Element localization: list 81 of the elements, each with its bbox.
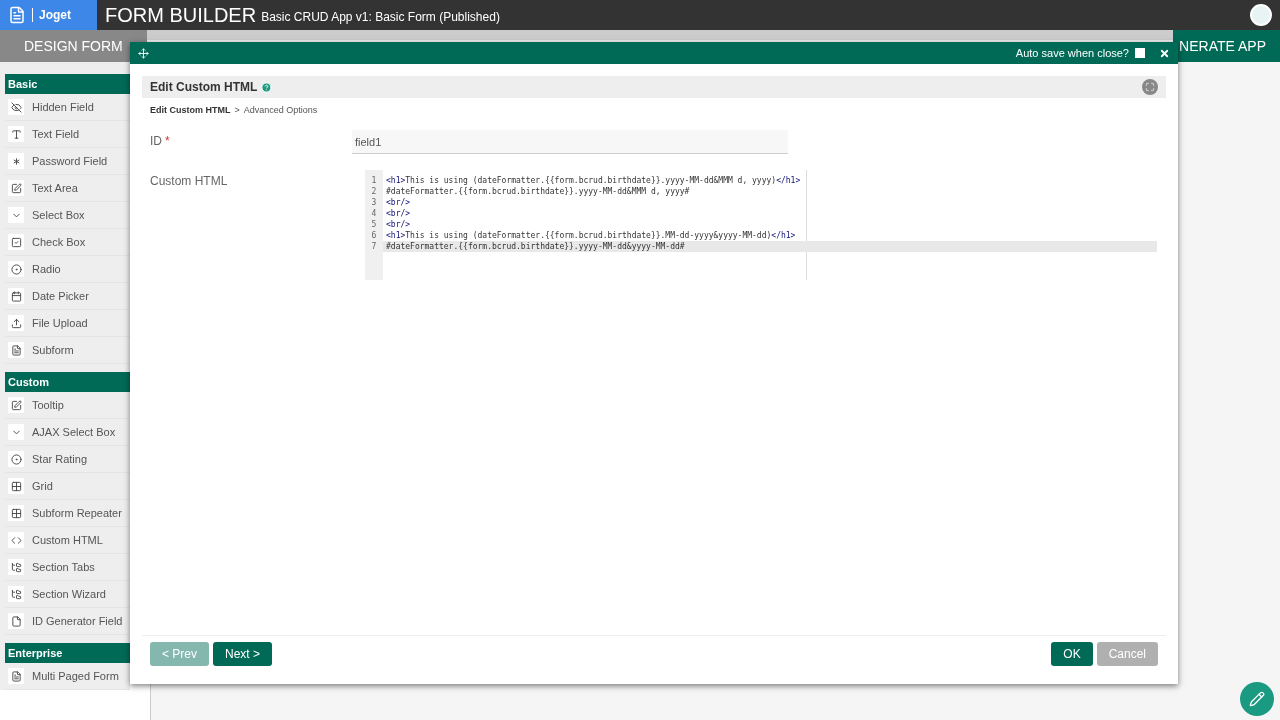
line-number: 7 [370, 241, 378, 252]
grid-icon [8, 478, 24, 494]
palette-item[interactable]: Subform Repeater [5, 500, 130, 527]
line-number: 2 [370, 186, 378, 197]
palette-item[interactable]: AJAX Select Box [5, 419, 130, 446]
document-icon [8, 668, 24, 684]
text-icon [8, 126, 24, 142]
palette-item[interactable]: Tooltip [5, 392, 130, 419]
eye-off-icon [8, 99, 24, 115]
dialog-button[interactable]: OK [1051, 642, 1093, 666]
tree-icon [8, 586, 24, 602]
palette-item[interactable]: Radio [5, 256, 130, 283]
pencil-icon [1249, 691, 1265, 707]
fullscreen-icon[interactable] [1142, 79, 1158, 95]
document-icon [8, 342, 24, 358]
dropdown-icon [8, 424, 24, 440]
palette-item[interactable]: Section Tabs [5, 554, 130, 581]
dialog-button[interactable]: Next > [213, 642, 273, 666]
checkbox-icon [8, 234, 24, 250]
palette-item[interactable]: Custom HTML [5, 527, 130, 554]
palette-item[interactable]: Grid [5, 473, 130, 500]
brand-logo[interactable]: Joget [32, 8, 71, 22]
upload-icon [8, 315, 24, 331]
code-line: <br/> [385, 208, 412, 219]
calendar-icon [8, 288, 24, 304]
close-icon[interactable] [1159, 47, 1170, 59]
radio-icon [8, 451, 24, 467]
move-icon[interactable] [138, 47, 149, 59]
palette-item[interactable]: Section Wizard [5, 581, 130, 608]
field-label: Custom HTML [150, 174, 228, 188]
palette-item[interactable]: Date Picker [5, 283, 130, 310]
breadcrumb-link[interactable]: Advanced Options [243, 105, 318, 115]
palette-item[interactable]: Text Area [5, 175, 130, 202]
dialog-title: Edit Custom HTML [150, 80, 258, 94]
autosave-checkbox[interactable] [1135, 48, 1145, 58]
palette-item[interactable]: Text Field [5, 121, 130, 148]
palette-item[interactable]: Hidden Field [5, 94, 130, 121]
file-icon [8, 613, 24, 629]
line-number: 1 [370, 175, 378, 186]
palette-item[interactable]: Check Box [5, 229, 130, 256]
code-line: <h1>This is using (dateFormatter.{{form.bcrud.birthdate}}.MM-dd-yyyy&yyyy-MM-dd)</h1> [385, 230, 797, 241]
palette-item[interactable]: Password Field [5, 148, 130, 175]
grid-icon [8, 505, 24, 521]
design-form-tab[interactable]: DESIGN FORM [0, 30, 147, 62]
code-icon [8, 532, 24, 548]
user-avatar[interactable] [1250, 4, 1272, 26]
radio-icon [8, 261, 24, 277]
asterisk-icon [8, 153, 24, 169]
line-number: 5 [370, 219, 378, 230]
palette-item[interactable]: Multi Paged Form [5, 663, 130, 690]
app-title: FORM BUILDER [105, 3, 257, 27]
id-input-field[interactable]: field1 [352, 130, 788, 154]
line-number: 3 [370, 197, 378, 208]
palette-item[interactable]: File Upload [5, 310, 130, 337]
dropdown-icon [8, 207, 24, 223]
breadcrumb-link[interactable]: Edit Custom HTML [150, 105, 231, 115]
palette-heading: Enterprise [5, 643, 130, 663]
palette-item[interactable]: Select Box [5, 202, 130, 229]
code-line: #dateFormatter.{{form.bcrud.birthdate}}.yyyy-MM-dd&MMM d, yyyy# [385, 186, 691, 197]
form-subtitle: Basic CRUD App v1: Basic Form (Published) [261, 10, 500, 24]
code-editor[interactable] [365, 170, 1157, 280]
line-number: 6 [370, 230, 378, 241]
generate-app-tab[interactable]: NERATE APP [1173, 30, 1280, 62]
code-line: <h1>This is using (dateFormatter.{{form.bcrud.birthdate}}.yyyy-MM-dd&MMM d, yyyy)</h1> [385, 175, 802, 186]
edit-icon [8, 397, 24, 413]
palette-heading: Basic [5, 74, 130, 94]
code-line: <br/> [385, 219, 412, 230]
autosave-label: Auto save when close? [1015, 47, 1129, 59]
tree-icon [8, 559, 24, 575]
breadcrumb-separator: > [234, 105, 240, 115]
document-icon [8, 6, 26, 24]
code-line: <br/> [385, 197, 412, 208]
required-mark: * [165, 134, 170, 148]
palette-item[interactable]: ID Generator Field [5, 608, 130, 635]
text-area-icon [8, 180, 24, 196]
field-label: ID [150, 134, 162, 148]
palette-item[interactable]: Subform [5, 337, 130, 364]
palette-heading: Custom [5, 372, 130, 392]
line-number: 4 [370, 208, 378, 219]
help-icon[interactable] [261, 81, 273, 93]
palette-item[interactable]: Star Rating [5, 446, 130, 473]
